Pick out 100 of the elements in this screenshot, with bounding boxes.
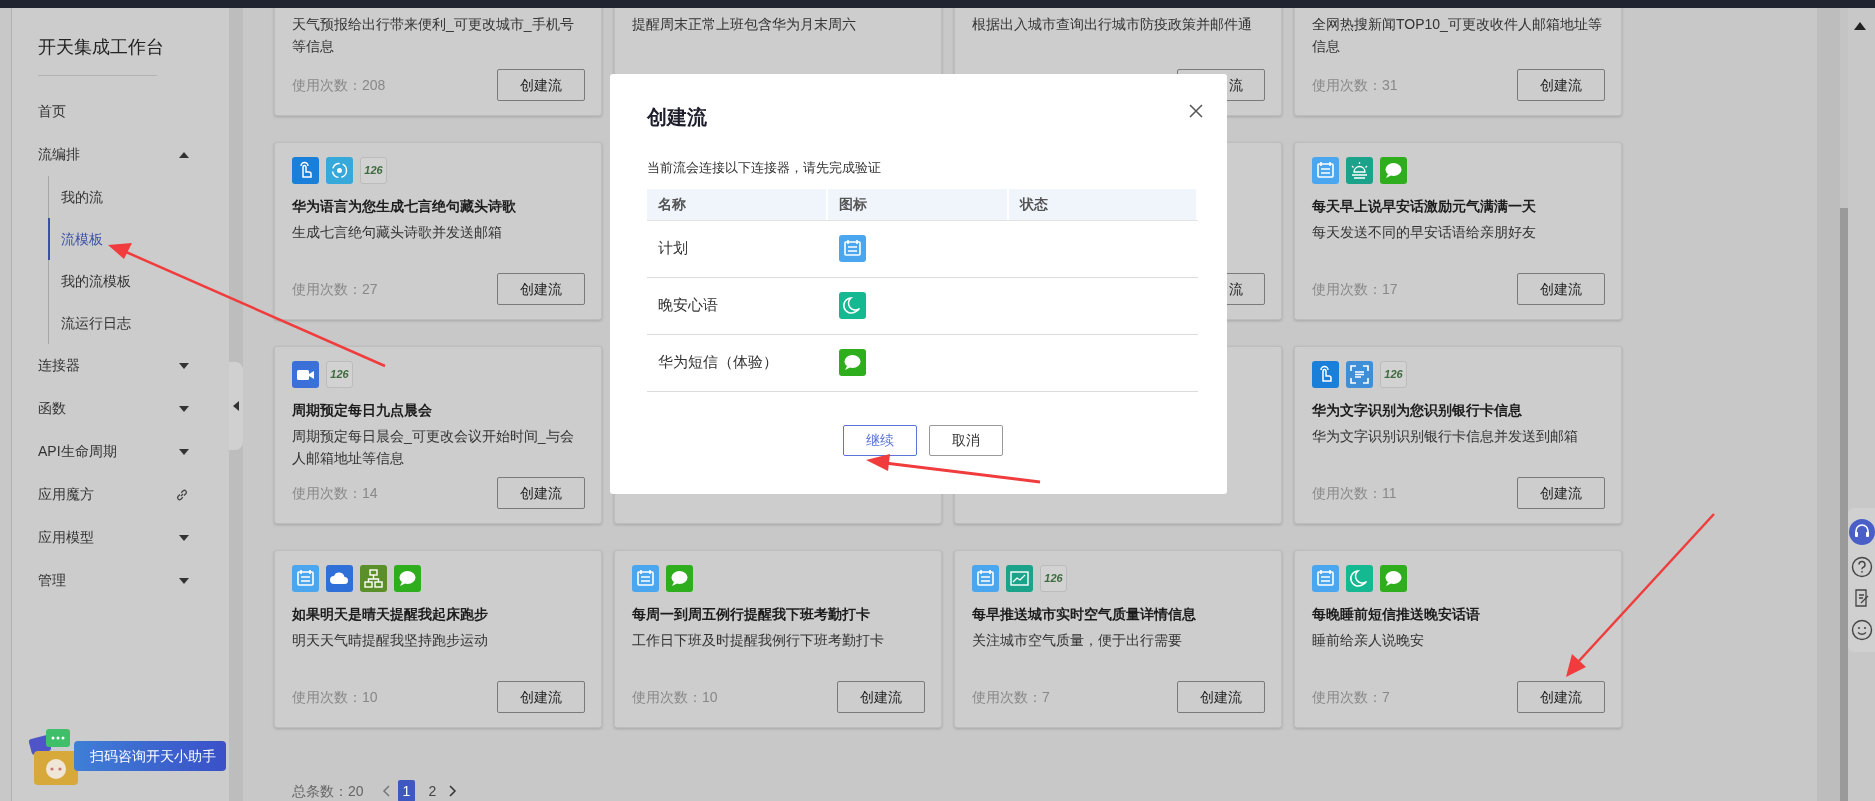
usage-count: 使用次数：208 [292,75,386,95]
caret-down-icon [179,448,189,455]
sidebar-subitem[interactable]: 我的流模板 [48,260,229,302]
sidebar-item[interactable]: 管理 [12,559,229,602]
column-header: 状态 [1009,188,1198,220]
card-title: 每晚睡前短信推送晚安话语 [1312,605,1481,624]
sidebar-item[interactable]: 函数 [12,387,229,430]
assistant-button[interactable]: 扫码咨询开天小助手 [74,741,226,771]
caret-down-icon [179,577,189,584]
hand-icon [1312,361,1339,388]
card-description: 全网热搜新闻TOP10_可更改收件人邮箱地址等信息 [1312,15,1603,56]
continue-button[interactable]: 继续 [842,424,917,456]
calendar-icon [292,565,319,592]
mail-logo: 126 [1040,565,1067,592]
moon-icon [839,292,866,319]
chat-bubble-icon [666,565,693,592]
caret-down-icon [179,362,189,369]
hand-icon [292,157,319,184]
card-description: 每天发送不同的早安话语给亲朋好友 [1312,223,1537,242]
card-description: 华为文字识别识别银行卡信息并发送到邮箱 [1312,427,1579,446]
card-description: 天气预报给出行带来便利_可更改城市_手机号等信息 [292,15,575,56]
close-icon [1189,104,1203,119]
sidebar-item[interactable]: 首页 [12,90,229,133]
mail-logo: 126 [1380,361,1407,388]
card-title: 如果明天是晴天提醒我起床跑步 [292,605,489,624]
dialog-title: 创建流 [647,105,707,130]
card-description: 生成七言绝句藏头诗歌并发送邮箱 [292,223,503,242]
usage-count: 使用次数：7 [972,687,1050,707]
card-title: 华为语言为您生成七言绝句藏头诗歌 [292,197,517,216]
table-cell-text: 华为短信（体验） [657,352,779,373]
create-flow-button[interactable]: 创建流 [497,681,585,713]
card-description: 根据出入城市查询出行城市防疫政策并邮件通 [972,15,1253,34]
create-flow-button[interactable]: 创建流 [1177,681,1265,713]
sidebar-subitem[interactable]: 流运行日志 [48,302,229,344]
table-cell-text: 计划 [657,238,689,259]
usage-count: 使用次数：10 [632,687,718,707]
sidebar-item[interactable]: 流编排 [12,133,229,176]
cancel-button[interactable]: 取消 [928,424,1003,456]
calendar-icon [632,565,659,592]
caret-down-icon [179,405,189,412]
sidebar-item[interactable]: API生命周期 [12,430,229,473]
mail-logo: 126 [326,361,353,388]
create-flow-button[interactable]: 创建流 [497,273,585,305]
scrollbar[interactable] [1840,8,1848,801]
sidebar-item[interactable]: 应用魔方 [12,473,229,516]
usage-count: 使用次数：10 [292,687,378,707]
column-header: 名称 [647,188,828,220]
next-page-icon[interactable] [449,785,458,797]
link-icon [175,487,189,502]
usage-count: 使用次数：31 [1312,75,1398,95]
previous-page-icon[interactable] [381,785,390,797]
total-count: 总条数：20 [292,781,364,801]
card-description: 提醒周末正常上班包含华为月末周六 [632,15,857,34]
create-flow-button[interactable]: 创建流 [1517,477,1605,509]
usage-count: 使用次数：14 [292,483,378,503]
dialog-message: 当前流会连接以下连接器，请先完成验证 [647,159,882,177]
usage-count: 使用次数：27 [292,279,378,299]
usage-count: 使用次数：11 [1312,483,1397,503]
sidebar-item[interactable]: 应用模型 [12,516,229,559]
card-title: 周期预定每日九点晨会 [292,401,433,420]
scrollbar-thumb[interactable] [1840,208,1848,801]
create-flow-button[interactable]: 创建流 [497,69,585,101]
chat-bubble-icon [1380,157,1407,184]
page-button[interactable]: 2 [423,780,442,801]
caret-down-icon [179,534,189,541]
usage-count: 使用次数：7 [1312,687,1390,707]
calendar-icon [972,565,999,592]
usage-count: 使用次数：17 [1312,279,1398,299]
card-description: 睡前给亲人说晚安 [1312,631,1425,650]
sunrise-icon [1346,157,1373,184]
create-flow-button[interactable]: 创建流 [837,681,925,713]
hierarchy-icon [360,565,387,592]
page-button[interactable]: 1 [397,780,416,801]
caret-up-icon [179,151,189,158]
scroll-up-icon[interactable] [1854,22,1866,30]
chat-bubble-icon [839,349,866,376]
smiley-icon[interactable] [1850,618,1873,641]
app-title: 开天集成工作台 [37,36,165,59]
cycle-icon [326,157,353,184]
card-title: 每天早上说早安话激励元气满满一天 [1312,197,1537,216]
card-title: 每周一到周五例行提醒我下班考勤打卡 [632,605,871,624]
help-icon[interactable] [1850,555,1873,578]
scan-icon [1346,361,1373,388]
create-flow-button[interactable]: 创建流 [1517,273,1605,305]
card-title: 每早推送城市实时空气质量详情信息 [972,605,1197,624]
mail-logo: 126 [360,157,387,184]
sidebar-subitem[interactable]: 我的流 [48,176,229,218]
card-title: 华为文字识别为您识别银行卡信息 [1312,401,1523,420]
monitor-icon [1006,565,1033,592]
collapse-handle[interactable] [229,362,243,450]
sidebar-item[interactable]: 连接器 [12,344,229,387]
create-flow-button[interactable]: 创建流 [1517,69,1605,101]
headset-icon[interactable] [1848,519,1875,546]
video-camera-icon [292,361,319,388]
create-flow-button[interactable]: 创建流 [497,477,585,509]
calendar-icon [839,235,866,262]
card-description: 工作日下班及时提醒我例行下班考勤打卡 [632,631,885,650]
create-flow-button[interactable]: 创建流 [1517,681,1605,713]
card-description: 周期预定每日晨会_可更改会议开始时间_与会人邮箱地址等信息 [292,427,575,468]
calendar-icon [1312,565,1339,592]
